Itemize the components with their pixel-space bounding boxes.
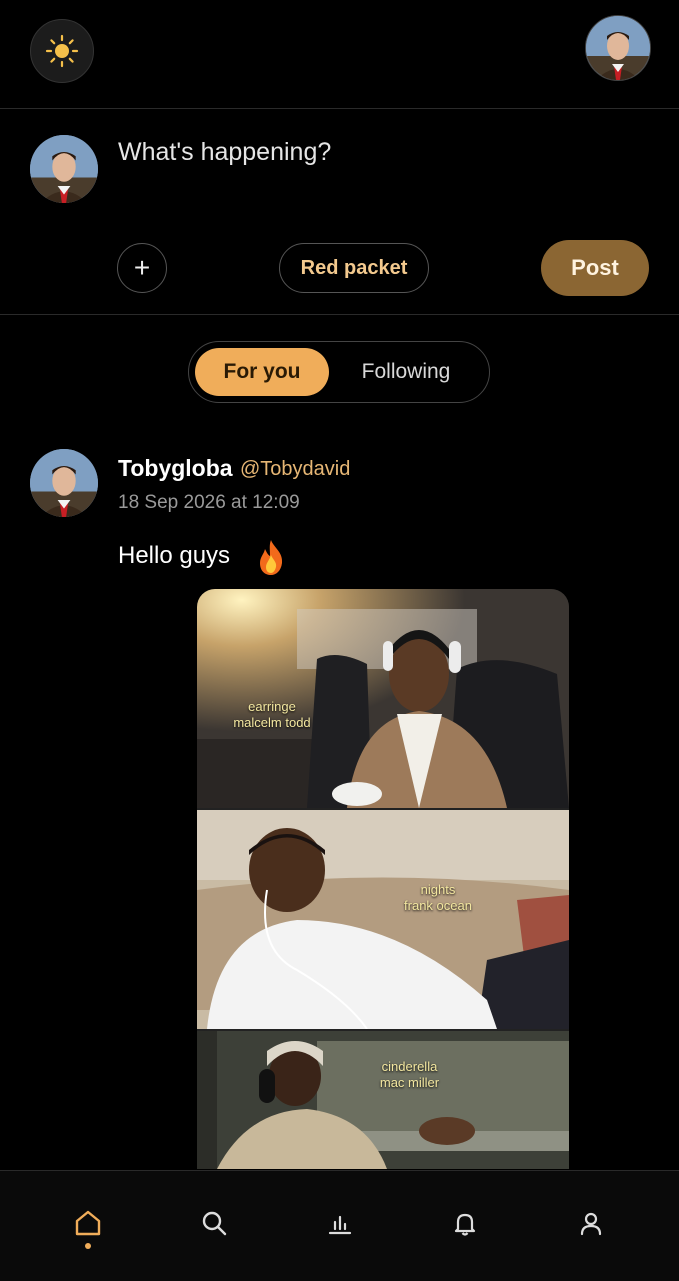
plus-icon: +: [133, 252, 151, 283]
media-image-2[interactable]: nights frank ocean: [197, 810, 569, 1029]
home-icon: [75, 1210, 101, 1236]
tab-for-you[interactable]: For you: [195, 348, 329, 396]
media-image-1[interactable]: earringe malcelm todd: [197, 589, 569, 808]
nav-home[interactable]: [66, 1201, 110, 1245]
bell-icon: [454, 1213, 476, 1236]
post-author-name[interactable]: Tobygloba: [118, 455, 233, 482]
composer-avatar: [30, 135, 98, 203]
post-author-avatar[interactable]: [30, 449, 98, 517]
post-timestamp: 18 Sep 2026 at 12:09: [118, 492, 300, 513]
profile-avatar[interactable]: [585, 15, 651, 81]
feed-tabs: For you Following: [188, 341, 490, 403]
media-caption-3: cinderella mac miller: [379, 1059, 440, 1090]
active-indicator: [85, 1243, 91, 1249]
top-bar: [0, 0, 679, 109]
profile-icon: [580, 1212, 602, 1236]
nav-notifications[interactable]: [443, 1201, 487, 1245]
add-media-button[interactable]: +: [117, 243, 167, 293]
sun-icon: [45, 34, 79, 68]
tab-following[interactable]: Following: [339, 348, 473, 396]
stats-icon: [328, 1215, 352, 1235]
search-icon: [202, 1211, 227, 1236]
nav-stats[interactable]: [318, 1201, 362, 1245]
red-packet-button[interactable]: Red packet: [279, 243, 429, 293]
post-button[interactable]: Post: [541, 240, 649, 296]
media-caption-1: earringe malcelm todd: [233, 699, 311, 730]
fire-emoji-icon: [260, 540, 283, 575]
bottom-nav: [0, 1170, 679, 1281]
compose-input[interactable]: What's happening?: [118, 138, 331, 167]
nav-search[interactable]: [192, 1201, 236, 1245]
post-media[interactable]: earringemalcelm todd nightsfrank ocean: [197, 589, 569, 1169]
post-author-handle[interactable]: @Tobydavid: [240, 458, 350, 481]
nav-profile[interactable]: [569, 1201, 613, 1245]
theme-toggle-button[interactable]: [30, 19, 94, 83]
post-text: Hello guys: [118, 542, 231, 569]
media-caption-2: nights frank ocean: [404, 882, 472, 913]
media-image-3[interactable]: cinderella mac miller: [197, 1031, 569, 1169]
post-composer: What's happening? + Red packet Post: [0, 109, 679, 315]
